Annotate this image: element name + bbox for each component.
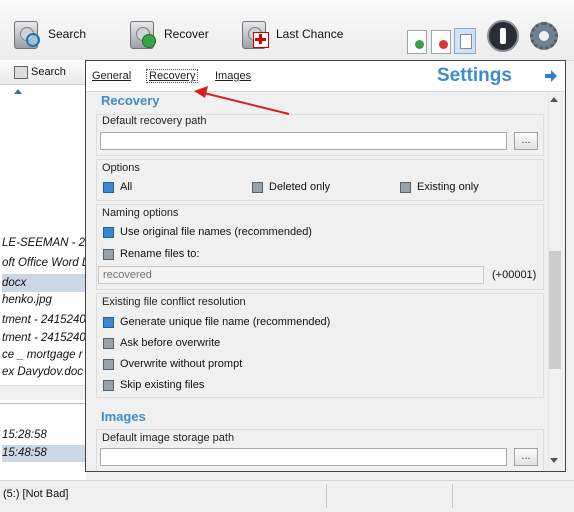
annotation-arrow bbox=[194, 86, 290, 115]
